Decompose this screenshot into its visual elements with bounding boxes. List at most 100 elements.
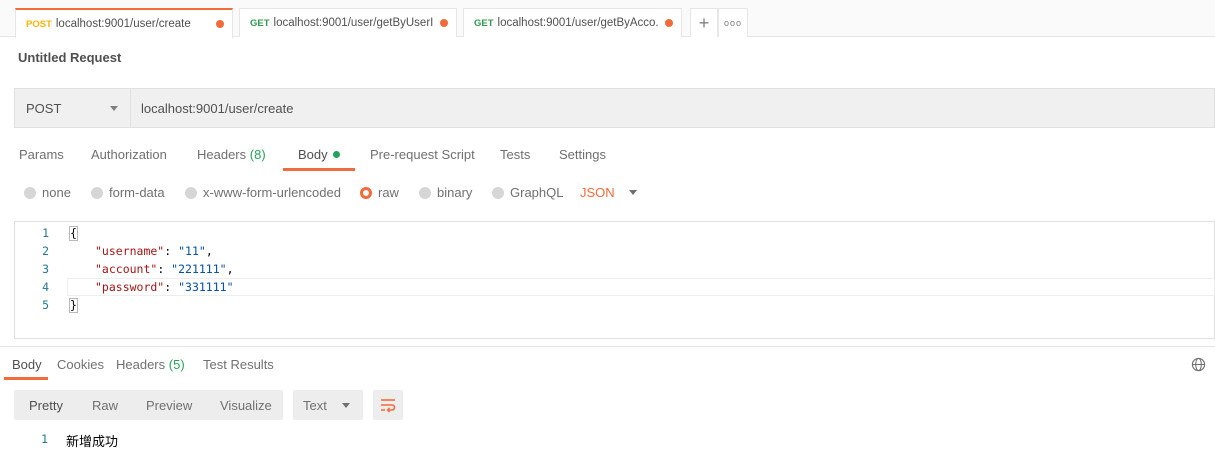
radio-label: raw [378,185,399,200]
radio-urlencoded[interactable]: x-www-form-urlencoded [185,185,341,200]
view-visualize-button[interactable]: Visualize [220,398,272,413]
radio-form-data[interactable]: form-data [91,185,165,200]
new-tab-plus-icon[interactable]: + [690,8,718,37]
code-line: { [69,226,78,241]
radio-graphql[interactable]: GraphQL [492,185,563,200]
tab-method: POST [26,18,52,30]
radio-circle-icon [492,186,504,199]
line-number: 1 [42,226,49,240]
globe-icon[interactable] [1191,357,1206,372]
json-key: "password" [95,280,165,294]
wrap-lines-icon [381,399,396,413]
request-tab-get-by-account[interactable]: GET localhost:9001/user/getByAcco... [463,8,682,37]
json-trail: , [205,244,213,258]
code-line: "password": "331111" [95,280,234,294]
radio-circle-icon [24,186,36,199]
radio-circle-icon [185,186,197,199]
radio-circle-icon [419,186,431,199]
radio-label: none [42,185,71,200]
format-label: JSON [580,185,615,200]
response-tab-body[interactable]: Body [12,357,42,372]
response-tab-headers[interactable]: Headers (5) [116,357,185,372]
tab-body-label: Body [298,147,328,162]
response-format-select[interactable]: Text [293,390,363,420]
unsaved-dot-icon [440,19,448,27]
body-active-dot-icon [332,151,340,158]
request-tabs: Params Authorization Headers (8) Body Pr… [0,140,1215,172]
radio-raw[interactable]: raw [360,185,399,200]
current-line-highlight [67,278,1215,296]
line-number: 4 [42,280,49,294]
headers-count-badge: (8) [249,147,266,162]
wrap-lines-button[interactable] [373,390,403,420]
tab-url: localhost:9001/user/create [55,18,191,30]
json-sep: : [164,280,179,294]
radio-label: GraphQL [510,185,564,200]
request-tab-strip: POST localhost:9001/user/create GET loca… [0,0,1215,38]
tab-settings[interactable]: Settings [559,147,606,162]
method-select[interactable]: POST [15,89,131,127]
response-headers-count-badge: (5) [168,357,185,372]
radio-binary[interactable]: binary [419,185,472,200]
response-body-text: 新增成功 [66,435,119,450]
tab-url: localhost:9001/user/getByUserI... [273,17,434,29]
response-line-number: 1 [41,432,48,446]
json-trail: , [226,262,234,276]
tab-url: localhost:9001/user/getByAcco... [497,17,659,29]
response-tab-test-results[interactable]: Test Results [203,357,274,372]
radio-label: binary [437,185,473,200]
format-select[interactable]: JSON [580,185,637,200]
json-key: "username" [95,244,165,258]
active-tab-underline [283,168,355,171]
tab-authorization[interactable]: Authorization [91,147,167,162]
chevron-down-icon [628,190,637,195]
radio-label: form-data [109,185,165,200]
radio-label: x-www-form-urlencoded [203,185,341,200]
tab-body[interactable]: Body [298,147,340,162]
radio-circle-icon [91,186,103,199]
json-value: "221111" [171,262,227,276]
response-tabs: Body Cookies Headers (5) Test Results [0,354,1215,380]
view-raw-button[interactable]: Raw [92,398,118,413]
chevron-down-icon [110,106,118,111]
more-tabs-icon[interactable]: ooo [718,8,748,37]
json-value: "331111" [178,280,234,294]
url-bar: POST [14,88,1215,128]
view-pretty-button[interactable]: Pretty [29,398,63,413]
method-label: POST [26,100,62,116]
request-tab-create[interactable]: POST localhost:9001/user/create [15,8,233,38]
response-active-tab-underline [4,377,48,380]
tab-headers-label: Headers [197,147,247,162]
line-number: 5 [42,298,49,312]
tab-pre-request-script[interactable]: Pre-request Script [370,147,475,162]
pane-divider[interactable] [0,346,1215,347]
url-input[interactable] [131,89,1214,127]
view-preview-button[interactable]: Preview [146,398,192,413]
response-tab-headers-label: Headers [116,357,166,372]
chevron-down-icon [342,403,350,408]
code-line: "account": "221111", [95,262,234,276]
body-mode-options: none form-data x-www-form-urlencoded raw… [0,180,1215,204]
request-title[interactable]: Untitled Request [18,50,121,65]
tab-params[interactable]: Params [19,147,64,162]
tab-method: GET [474,17,494,29]
json-sep: : [157,262,172,276]
code-line: "username": "11", [95,244,213,258]
tab-tests[interactable]: Tests [500,147,530,162]
body-editor[interactable]: 1 2 3 4 5 { "username": "11", "account":… [14,221,1215,339]
code-line: } [69,298,78,313]
json-key: "account" [95,262,158,276]
radio-none[interactable]: none [24,185,71,200]
editor-gutter: 1 2 3 4 5 [15,222,53,338]
json-sep: : [164,244,179,258]
open-brace: { [69,226,78,241]
line-number: 2 [42,244,49,258]
tab-method: GET [250,17,270,29]
radio-selected-icon [360,186,372,199]
response-tab-cookies[interactable]: Cookies [57,357,104,372]
response-view-group: Pretty Raw Preview Visualize [14,390,283,420]
unsaved-dot-icon [665,19,673,27]
json-value: "11" [178,244,206,258]
request-tab-get-by-user[interactable]: GET localhost:9001/user/getByUserI... [239,8,457,37]
tab-headers[interactable]: Headers (8) [197,147,266,162]
